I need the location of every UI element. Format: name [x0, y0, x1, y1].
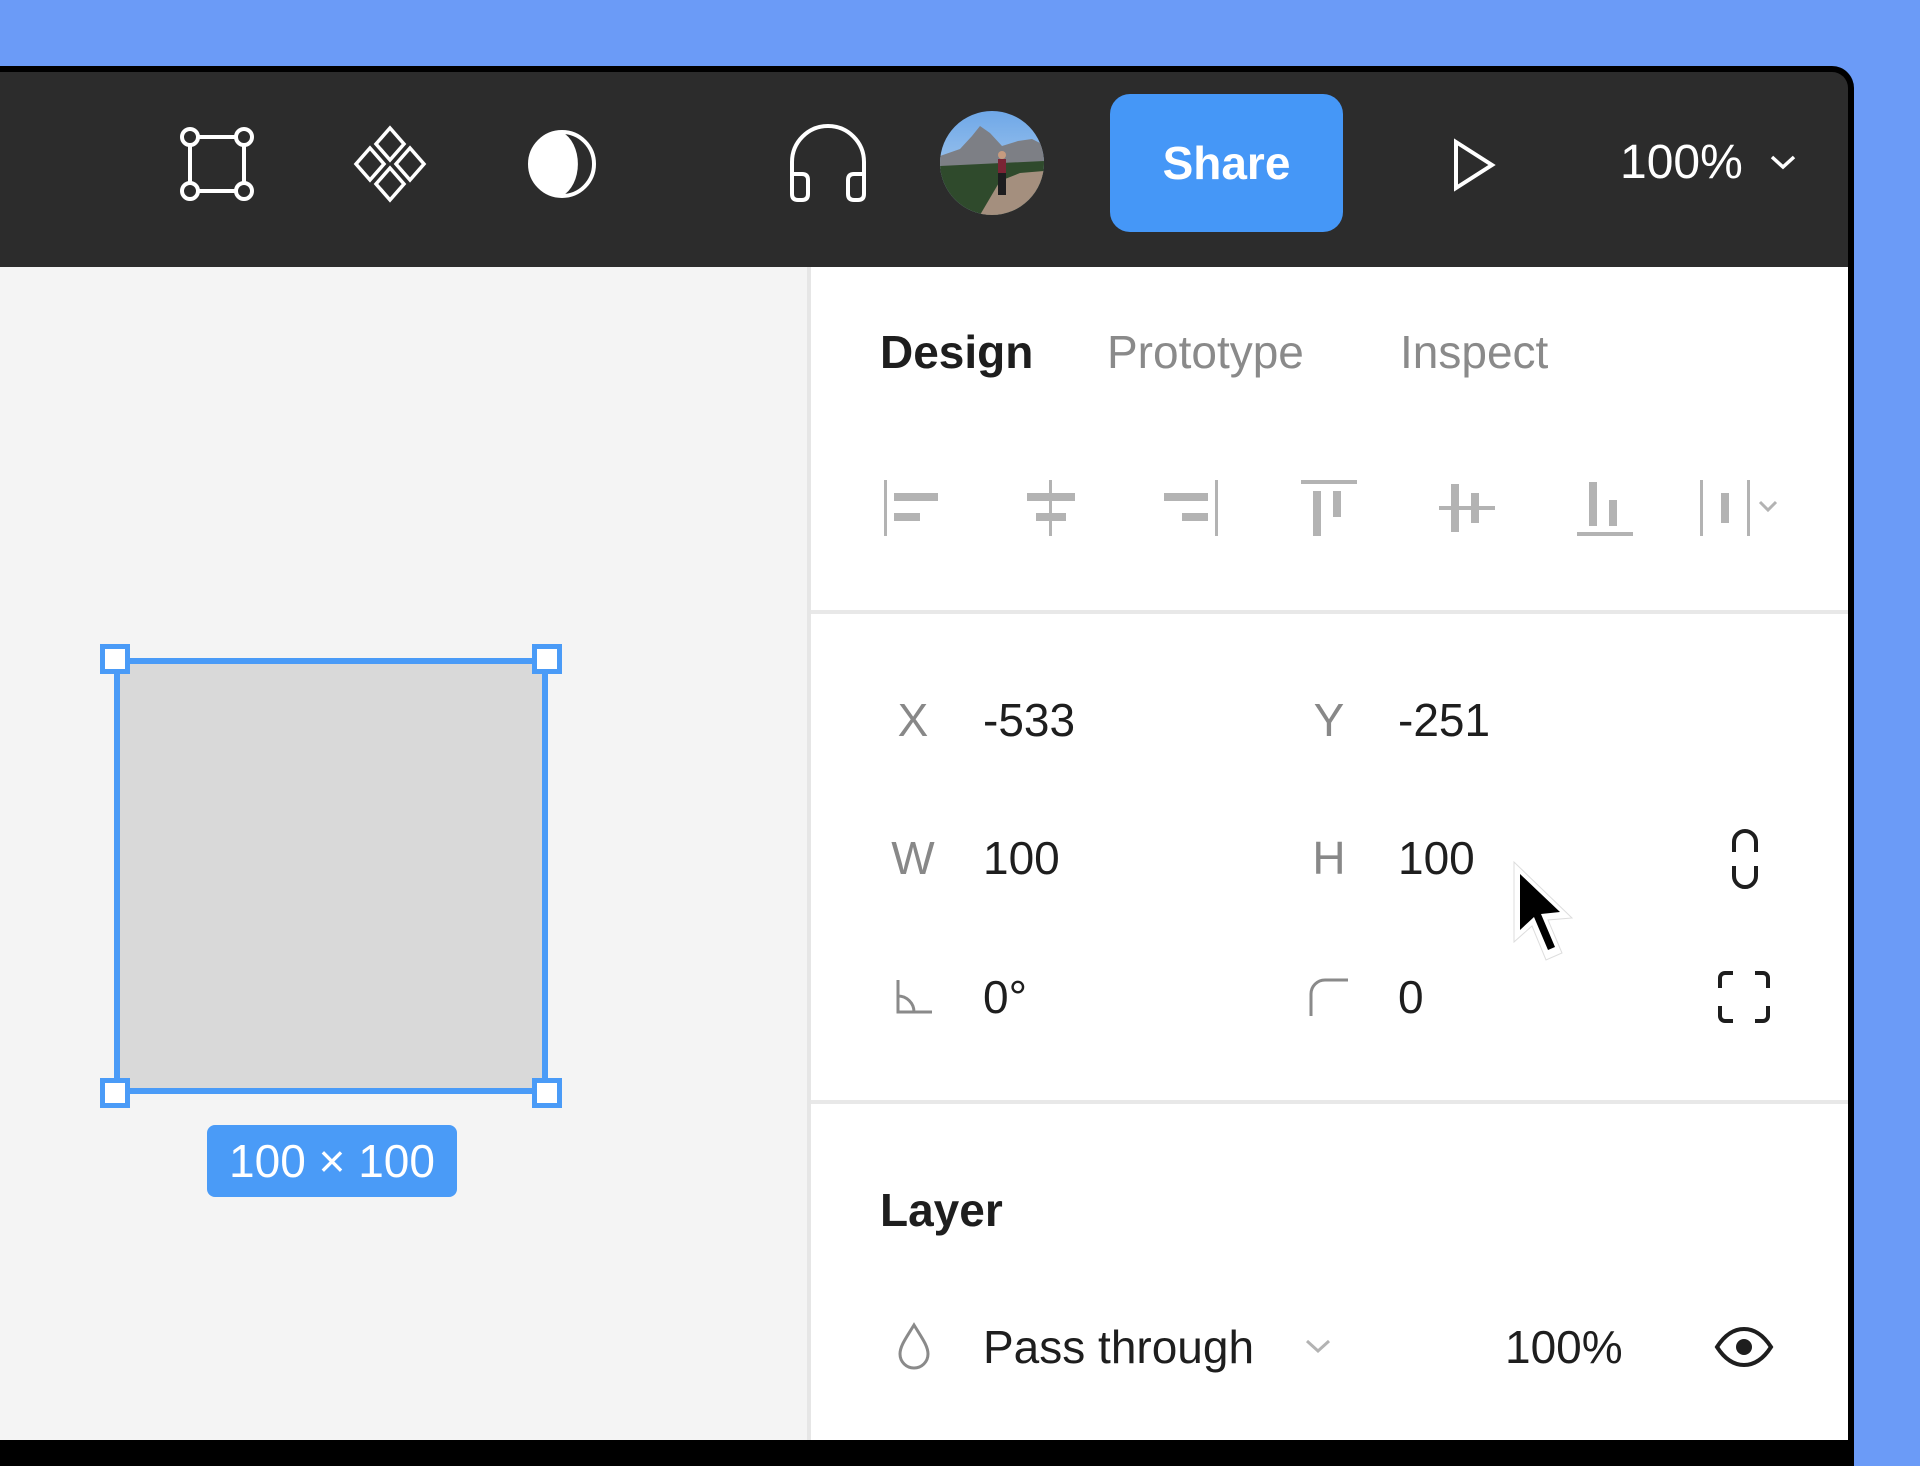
selection-size-label: 100 × 100: [207, 1125, 457, 1197]
tab-prototype[interactable]: Prototype: [1107, 322, 1304, 382]
resize-handle-top-right[interactable]: [532, 644, 562, 674]
h-label: H: [1312, 832, 1346, 884]
selected-rectangle[interactable]: [114, 658, 548, 1094]
section-divider: [811, 1100, 1848, 1104]
tab-inspect[interactable]: Inspect: [1400, 322, 1548, 382]
play-icon[interactable]: [1452, 138, 1496, 192]
chevron-down-icon[interactable]: [1304, 1337, 1332, 1355]
user-avatar[interactable]: [940, 111, 1044, 215]
share-button[interactable]: Share: [1110, 94, 1343, 232]
mouse-cursor-icon: [1508, 860, 1578, 972]
blend-drop-icon: [896, 1322, 932, 1370]
section-divider: [811, 610, 1848, 614]
components-icon[interactable]: [350, 124, 430, 204]
tab-design[interactable]: Design: [880, 322, 1033, 382]
w-input[interactable]: 100: [983, 828, 1060, 888]
toolbar: [0, 72, 1848, 267]
y-label: Y: [1313, 694, 1345, 746]
w-label: W: [891, 832, 935, 884]
eye-visibility-icon[interactable]: [1714, 1327, 1774, 1367]
resize-handle-bottom-right[interactable]: [532, 1078, 562, 1108]
corner-radius-icon: [1308, 976, 1350, 1018]
resize-handle-top-left[interactable]: [100, 644, 130, 674]
layer-opacity-input[interactable]: 100%: [1505, 1317, 1623, 1377]
x-label: X: [897, 694, 929, 746]
resize-handle-bottom-left[interactable]: [100, 1078, 130, 1108]
contrast-theme-icon[interactable]: [526, 128, 598, 200]
layer-section-title: Layer: [880, 1184, 1003, 1236]
x-input[interactable]: -533: [983, 690, 1075, 750]
independent-corners-icon[interactable]: [1717, 970, 1771, 1024]
chevron-down-icon[interactable]: [1768, 152, 1798, 172]
rotation-icon: [896, 978, 934, 1016]
align-left-icon[interactable]: [882, 478, 942, 538]
blend-mode-select[interactable]: Pass through: [983, 1317, 1254, 1377]
align-horizontal-center-icon[interactable]: [1021, 478, 1081, 538]
corner-radius-input[interactable]: 0: [1398, 967, 1424, 1027]
frame-tool-icon[interactable]: [180, 127, 254, 201]
h-input[interactable]: 100: [1398, 828, 1475, 888]
audio-headphones-icon[interactable]: [786, 122, 870, 202]
align-bottom-icon[interactable]: [1575, 478, 1635, 538]
distribute-spacing-icon[interactable]: [1698, 478, 1798, 538]
align-right-icon[interactable]: [1160, 478, 1220, 538]
align-top-icon[interactable]: [1299, 478, 1359, 538]
align-vertical-center-icon[interactable]: [1437, 478, 1497, 538]
y-input[interactable]: -251: [1398, 690, 1490, 750]
rotation-input[interactable]: 0°: [983, 967, 1027, 1027]
zoom-level[interactable]: 100%: [1620, 133, 1743, 193]
constrain-proportions-icon[interactable]: [1730, 828, 1760, 890]
